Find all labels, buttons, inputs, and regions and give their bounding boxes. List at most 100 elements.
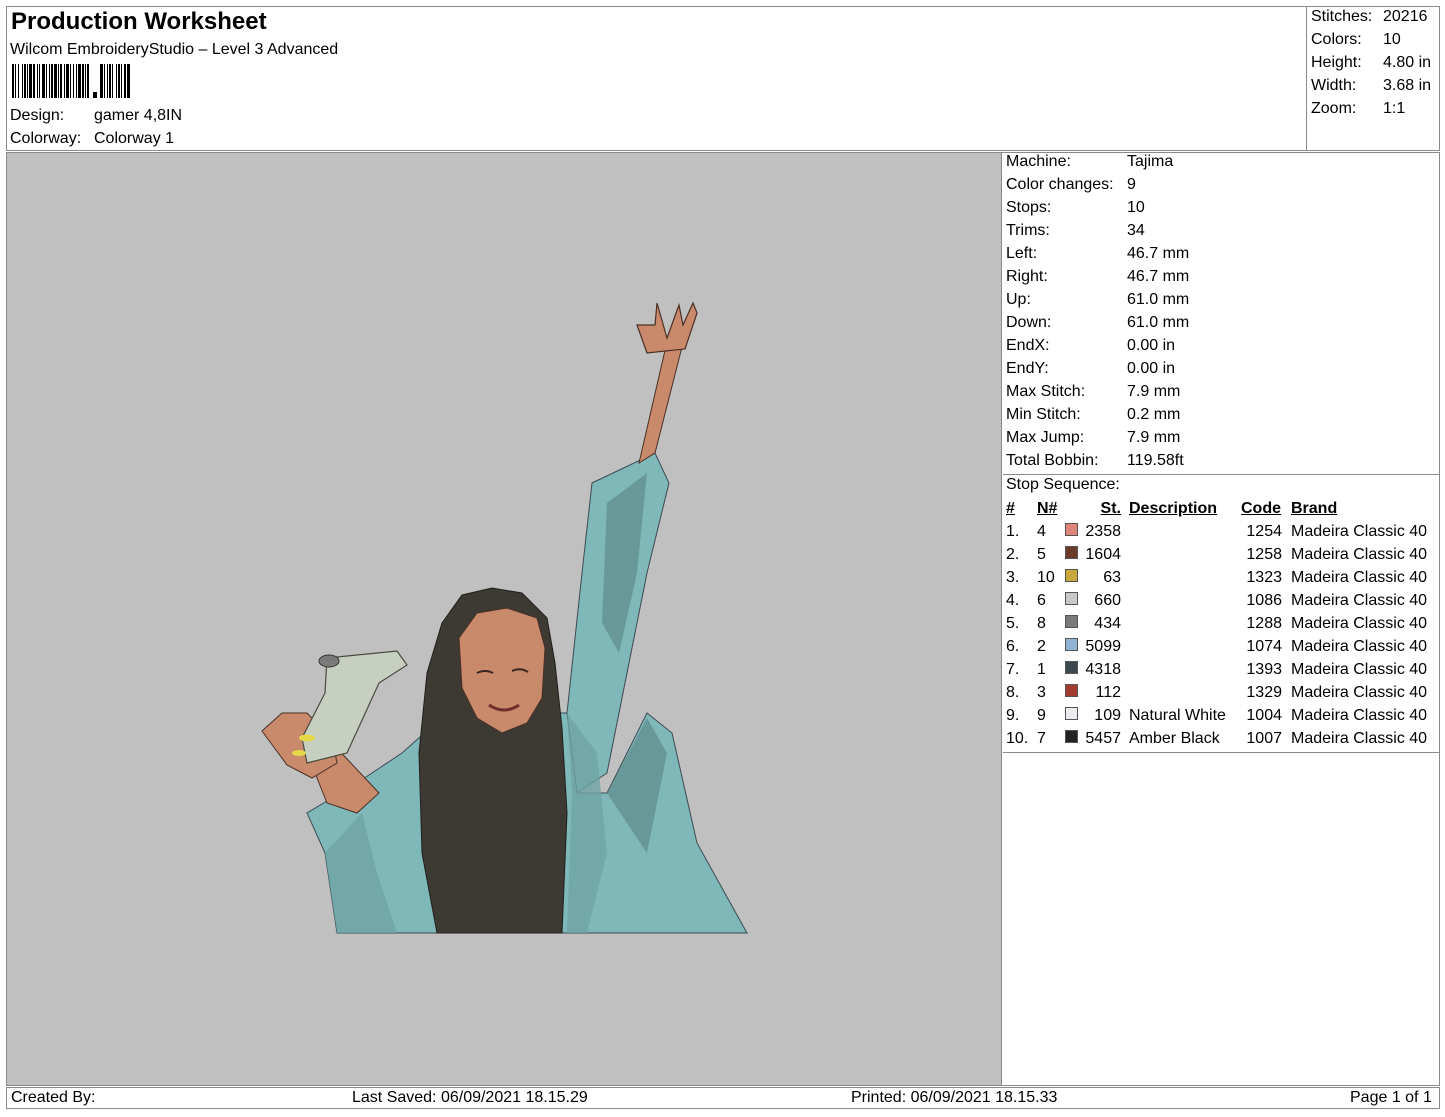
info-value: Tajima [1127,153,1174,170]
thread-code: 1323 [1246,569,1282,586]
stitch-count: 1604 [1085,546,1121,563]
row-number: 5. [1006,615,1020,632]
info-label: Left: [1006,245,1038,262]
divider [1003,474,1439,475]
info-label: Max Stitch: [1006,383,1086,400]
needle-number: 4 [1037,523,1046,540]
design-value: gamer 4,8IN [94,107,183,124]
stat-value: 3.68 in [1383,77,1432,94]
barcode-comma [93,92,97,98]
software-name: Wilcom EmbroideryStudio – Level 3 Advanc… [10,41,339,58]
info-value: 61.0 mm [1127,314,1190,331]
needle-number: 1 [1037,661,1046,678]
col-header-brand: Brand [1291,500,1338,517]
thread-code: 1329 [1246,684,1282,701]
stat-value: 20216 [1383,8,1428,25]
info-label: Right: [1006,268,1048,285]
thread-code: 1258 [1246,546,1282,563]
info-value: 0.2 mm [1127,406,1181,423]
design-preview [6,152,1002,1086]
thread-description: Natural White [1129,707,1226,724]
row-number: 2. [1006,546,1020,563]
barcode-bar [130,64,131,98]
created-by: Created By: [11,1089,96,1106]
info-label: Max Jump: [1006,429,1085,446]
info-value: 0.00 in [1127,360,1176,377]
info-row: Color changes: 9 [1006,176,1136,194]
row-number: 4. [1006,592,1020,609]
thread-code: 1288 [1246,615,1282,632]
row-number: 10. [1006,730,1029,747]
col-header-num: # [1006,500,1015,517]
divider [1003,752,1439,753]
stitch-count: 109 [1094,707,1121,724]
needle-number: 7 [1037,730,1046,747]
stitch-count: 434 [1094,615,1121,632]
info-value: 119.58ft [1127,452,1184,469]
info-value: 46.7 mm [1127,245,1190,262]
info-value: 46.7 mm [1127,268,1190,285]
stat-row: Stitches: 20216 [1311,8,1428,26]
needle-number: 3 [1037,684,1046,701]
stat-label: Height: [1311,54,1362,71]
thread-brand: Madeira Classic 40 [1291,730,1428,747]
info-row: Down: 61.0 mm [1006,314,1189,332]
info-value: 34 [1127,222,1145,239]
needle-number: 5 [1037,546,1046,563]
thread-brand: Madeira Classic 40 [1291,707,1428,724]
color-swatch [1065,523,1078,536]
stat-row: Colors: 10 [1311,31,1401,49]
stitch-count: 63 [1103,569,1121,586]
info-row: Left: 46.7 mm [1006,245,1189,263]
info-value: 7.9 mm [1127,383,1181,400]
needle-number: 8 [1037,615,1046,632]
info-row: Trims: 34 [1006,222,1145,240]
needle-number: 6 [1037,592,1046,609]
info-row: Max Jump: 7.9 mm [1006,429,1180,447]
design-row: Design: gamer 4,8IN [10,107,182,125]
embroidery-design-image [261,301,748,934]
info-label: Color changes: [1006,176,1114,193]
stat-row: Height: 4.80 in [1311,54,1431,72]
footer-bar [6,1087,1440,1109]
info-row: Machine: Tajima [1006,153,1173,171]
thread-brand: Madeira Classic 40 [1291,661,1428,678]
thread-brand: Madeira Classic 40 [1291,684,1428,701]
thread-code: 1086 [1246,592,1282,609]
info-label: Up: [1006,291,1031,308]
stitch-count: 660 [1094,592,1121,609]
colorway-label: Colorway: [10,130,82,147]
info-value: 10 [1127,199,1145,216]
info-value: 61.0 mm [1127,291,1190,308]
stat-row: Zoom: 1:1 [1311,100,1405,118]
color-swatch [1065,569,1078,582]
color-swatch [1065,615,1078,628]
info-row: Min Stitch: 0.2 mm [1006,406,1180,424]
color-swatch [1065,592,1078,605]
info-row: Up: 61.0 mm [1006,291,1189,309]
info-label: Min Stitch: [1006,406,1081,423]
stitch-count: 5457 [1085,730,1121,747]
info-value: 9 [1127,176,1136,193]
stop-sequence-label: Stop Sequence: [1006,476,1120,493]
info-value: 0.00 in [1127,337,1176,354]
stat-row: Width: 3.68 in [1311,77,1431,95]
info-label: EndX: [1006,337,1050,354]
info-row: Max Stitch: 7.9 mm [1006,383,1180,401]
colorway-value: Colorway 1 [94,130,175,147]
info-label: Trims: [1006,222,1050,239]
thread-brand: Madeira Classic 40 [1291,592,1428,609]
printed-date: Printed: 06/09/2021 18.15.33 [851,1089,1058,1106]
stat-value: 1:1 [1383,100,1406,117]
stitch-count: 5099 [1085,638,1121,655]
thread-brand: Madeira Classic 40 [1291,569,1428,586]
worksheet-title: Production Worksheet [11,8,267,35]
info-row: EndY: 0.00 in [1006,360,1175,378]
stitch-count: 4318 [1085,661,1121,678]
info-row: EndX: 0.00 in [1006,337,1175,355]
stat-label: Zoom: [1311,100,1357,117]
row-number: 9. [1006,707,1020,724]
color-swatch [1065,638,1078,651]
needle-number: 2 [1037,638,1046,655]
thread-code: 1254 [1246,523,1282,540]
